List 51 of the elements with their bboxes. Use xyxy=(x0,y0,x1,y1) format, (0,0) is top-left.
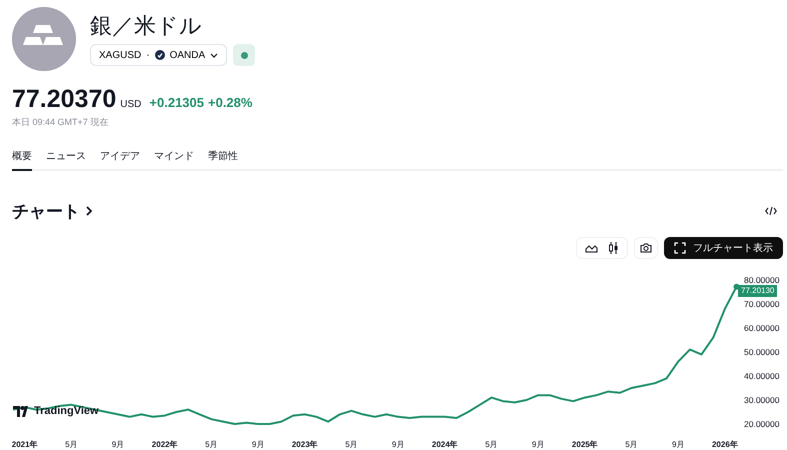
bullion-avatar xyxy=(12,7,76,71)
area-chart-icon[interactable] xyxy=(585,244,598,252)
x-axis-label: 5月 xyxy=(205,440,218,449)
price: 77.20370 xyxy=(12,85,116,114)
x-axis-label: 5月 xyxy=(345,440,358,449)
tradingview-logo: TradingView xyxy=(13,405,99,417)
x-axis-label: 2024年 xyxy=(432,440,458,449)
currency: USD xyxy=(120,99,142,110)
symbol-selector[interactable]: XAGUSD · OANDA xyxy=(90,44,228,66)
fullscreen-icon xyxy=(674,242,686,254)
tab[interactable]: ニュース xyxy=(46,149,86,171)
embed-code-icon[interactable] xyxy=(765,206,777,216)
x-axis-label: 9月 xyxy=(672,440,684,449)
x-axis-label: 5月 xyxy=(625,440,638,449)
x-axis-label: 2023年 xyxy=(292,440,318,449)
x-axis-label: 5月 xyxy=(65,440,78,449)
snapshot-button[interactable] xyxy=(634,237,658,259)
x-axis-label: 2026年 xyxy=(712,440,738,449)
instrument-title: 銀／米ドル xyxy=(90,13,203,39)
logo-icon xyxy=(13,406,30,416)
x-axis-label: 9月 xyxy=(532,440,544,449)
y-axis-label: 30.00000 xyxy=(744,395,780,405)
y-axis-label: 60.00000 xyxy=(744,323,780,333)
market-status-button[interactable] xyxy=(233,44,256,66)
candlestick-icon[interactable] xyxy=(608,242,619,254)
x-axis-label: 9月 xyxy=(392,440,404,449)
tab[interactable]: マインド xyxy=(154,149,194,171)
x-axis-label: 2025年 xyxy=(572,440,598,449)
chart-title[interactable]: チャート xyxy=(12,200,80,222)
x-axis-label: 9月 xyxy=(252,440,264,449)
last-price-tag: 77.20130 xyxy=(738,285,778,297)
chevron-down-icon xyxy=(210,52,218,58)
y-axis-label: 50.00000 xyxy=(744,347,780,357)
timestamp: 本日 09:44 GMT+7 現在 xyxy=(12,116,110,129)
full-chart-button[interactable]: フルチャート表示 xyxy=(664,237,783,259)
tab[interactable]: アイデア xyxy=(100,149,140,171)
x-axis-label: 5月 xyxy=(485,440,498,449)
tab[interactable]: 概要 xyxy=(12,149,32,171)
y-axis-label: 20.00000 xyxy=(744,419,780,429)
camera-icon xyxy=(640,243,652,253)
percent-change: +0.28% xyxy=(208,95,252,110)
y-axis-label: 70.00000 xyxy=(744,299,780,309)
chevron-right-icon xyxy=(86,206,92,216)
badge-check-icon xyxy=(154,50,165,60)
price-change: +0.21305 xyxy=(149,95,204,110)
y-axis-label: 40.00000 xyxy=(744,371,780,381)
y-axis-label: 80.00000 xyxy=(744,275,780,285)
x-axis-label: 2021年 xyxy=(12,440,38,449)
x-axis-label: 2022年 xyxy=(152,440,178,449)
tab[interactable]: 季節性 xyxy=(208,149,238,171)
x-axis-label: 9月 xyxy=(112,440,124,449)
